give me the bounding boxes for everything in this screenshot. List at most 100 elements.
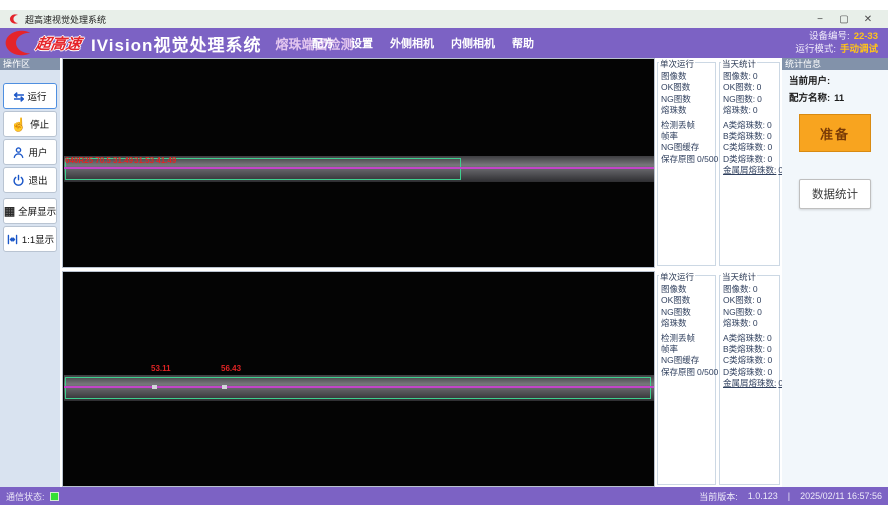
brand-swoosh-icon bbox=[0, 28, 34, 58]
brand: 超高速 bbox=[0, 28, 81, 58]
stat-row: 图像数:0 bbox=[723, 284, 779, 295]
stat-row: 图像数 bbox=[661, 284, 715, 295]
stat-row: D类熔珠数:0 bbox=[723, 367, 779, 378]
stats-panel-top: 单次运行 图像数 OK图数 NG图数 熔珠数 检测丢帧 帧率 NG图缓存 保存原… bbox=[657, 58, 780, 268]
stat-row: 熔珠数 bbox=[661, 105, 715, 116]
device-number-value: 22-33 bbox=[854, 31, 878, 42]
stat-row: NG图数 bbox=[661, 307, 715, 318]
run-button-label: 运行 bbox=[27, 89, 46, 103]
recipe-name-value: 11 bbox=[834, 93, 844, 104]
run-button[interactable]: ⇆ 运行 bbox=[3, 83, 57, 109]
stat-row: A类熔珠数:0 bbox=[723, 120, 779, 131]
device-number: 设备编号:22-33 bbox=[795, 30, 878, 43]
datetime-value: 2025/02/11 16:57:56 bbox=[800, 491, 882, 501]
stat-row: 检测丢帧 bbox=[661, 333, 715, 344]
main-menu: 配方 设置 外侧相机 内侧相机 帮助 bbox=[312, 28, 534, 58]
operation-sidebar: 操作区 ⇆ 运行 ☝ 停止 用户 退出 bbox=[0, 58, 60, 487]
user-button-label: 用户 bbox=[28, 145, 47, 159]
version-value: 1.0.123 bbox=[748, 491, 778, 501]
camera-view-bottom: 53.11 56.43 bbox=[62, 271, 655, 487]
one-to-one-icon bbox=[6, 233, 19, 246]
detection-centerline bbox=[64, 167, 654, 169]
info-panel-title: 统计信息 bbox=[782, 58, 888, 70]
app-title: IVision视觉处理系统 bbox=[91, 31, 261, 56]
exit-button-label: 退出 bbox=[28, 173, 47, 187]
app-window: 超高速视觉处理系统 − ▢ ✕ 超高速 IVision视觉处理系统 熔珠端面检测… bbox=[0, 0, 888, 522]
stat-row: 金属屑熔珠数:0 bbox=[723, 378, 779, 389]
header-status: 设备编号:22-33 运行模式:手动调试 bbox=[795, 30, 878, 56]
fullscreen-grid-icon: ▦ bbox=[4, 205, 15, 217]
comm-status-label: 通信状态: bbox=[6, 490, 45, 503]
camera-view-top: 640R25 70.5 31.49 31.53 41.49 bbox=[62, 58, 655, 268]
user-button[interactable]: 用户 bbox=[3, 139, 57, 165]
stat-row: OK图数 bbox=[661, 295, 715, 306]
prepare-button[interactable]: 准备 bbox=[799, 114, 871, 152]
stats-panel-bottom: 单次运行 图像数 OK图数 NG图数 熔珠数 检测丢帧 帧率 NG图缓存 保存原… bbox=[657, 271, 780, 487]
single-run-title: 单次运行 bbox=[659, 271, 695, 283]
single-run-group: 单次运行 图像数 OK图数 NG图数 熔珠数 检测丢帧 帧率 NG图缓存 保存原… bbox=[657, 275, 716, 485]
app-logo-icon bbox=[8, 13, 20, 25]
stat-row: OK图数:0 bbox=[723, 82, 779, 93]
current-user-row: 当前用户: bbox=[782, 70, 888, 87]
daily-stats-title: 当天统计 bbox=[721, 58, 757, 70]
stop-button-label: 停止 bbox=[30, 117, 49, 131]
inspection-image-strip bbox=[64, 375, 654, 401]
defect-mark bbox=[152, 385, 157, 389]
stat-row: B类熔珠数:0 bbox=[723, 344, 779, 355]
stat-row: 帧率 bbox=[661, 344, 715, 355]
run-mode-label: 运行模式: bbox=[795, 44, 836, 55]
stat-row: 图像数:0 bbox=[723, 71, 779, 82]
stat-row: 图像数 bbox=[661, 71, 715, 82]
minimize-button[interactable]: − bbox=[808, 14, 832, 25]
stat-row: 熔珠数:0 bbox=[723, 318, 779, 329]
app-header: 超高速 IVision视觉处理系统 熔珠端面检测 配方 设置 外侧相机 内侧相机… bbox=[0, 28, 888, 58]
stat-row: D类熔珠数:0 bbox=[723, 154, 779, 165]
stat-row: A类熔珠数:0 bbox=[723, 333, 779, 344]
single-run-group: 单次运行 图像数 OK图数 NG图数 熔珠数 检测丢帧 帧率 NG图缓存 保存原… bbox=[657, 62, 716, 266]
stat-row: OK图数 bbox=[661, 82, 715, 93]
stat-row: 熔珠数:0 bbox=[723, 105, 779, 116]
run-cycle-icon: ⇆ bbox=[14, 90, 25, 103]
one-to-one-button-label: 1:1显示 bbox=[22, 232, 54, 246]
stat-row: C类熔珠数:0 bbox=[723, 142, 779, 153]
daily-stats-group: 当天统计 图像数:0 OK图数:0 NG图数:0 熔珠数:0 A类熔珠数:0 B… bbox=[719, 62, 780, 266]
stat-row: 检测丢帧 bbox=[661, 120, 715, 131]
stop-button[interactable]: ☝ 停止 bbox=[3, 111, 57, 137]
menu-item-help[interactable]: 帮助 bbox=[512, 35, 534, 51]
menu-item-outer-camera[interactable]: 外侧相机 bbox=[390, 35, 434, 51]
comm-status-indicator bbox=[50, 492, 59, 501]
recipe-name-label: 配方名称: bbox=[789, 93, 830, 104]
stat-row: NG图缓存 bbox=[661, 142, 715, 153]
menu-item-settings[interactable]: 设置 bbox=[351, 35, 373, 51]
daily-stats-title: 当天统计 bbox=[721, 271, 757, 283]
stat-row: 金属屑熔珠数:0 bbox=[723, 165, 779, 176]
close-button[interactable]: ✕ bbox=[856, 14, 880, 25]
stat-row: 帧率 bbox=[661, 131, 715, 142]
recipe-name-row: 配方名称: 11 bbox=[782, 87, 888, 104]
menu-item-recipe[interactable]: 配方 bbox=[312, 35, 334, 51]
run-mode: 运行模式:手动调试 bbox=[795, 43, 878, 56]
statusbar-right: 当前版本: 1.0.123 | 2025/02/11 16:57:56 bbox=[699, 490, 882, 503]
maximize-button[interactable]: ▢ bbox=[832, 14, 856, 25]
stat-row: NG图数:0 bbox=[723, 94, 779, 105]
single-run-title: 单次运行 bbox=[659, 58, 695, 70]
stat-row: OK图数:0 bbox=[723, 295, 779, 306]
menu-item-inner-camera[interactable]: 内侧相机 bbox=[451, 35, 495, 51]
daily-stats-group: 当天统计 图像数:0 OK图数:0 NG图数:0 熔珠数:0 A类熔珠数:0 B… bbox=[719, 275, 780, 485]
power-icon bbox=[12, 174, 25, 187]
defect-mark bbox=[222, 385, 227, 389]
fullscreen-button-label: 全屏显示 bbox=[18, 204, 56, 218]
data-statistics-button[interactable]: 数据统计 bbox=[799, 179, 871, 209]
one-to-one-button[interactable]: 1:1显示 bbox=[3, 226, 57, 252]
user-icon bbox=[12, 146, 25, 159]
fullscreen-button[interactable]: ▦ 全屏显示 bbox=[3, 198, 57, 224]
stat-row: 熔珠数 bbox=[661, 318, 715, 329]
stat-row: 保存原图0/500 bbox=[661, 154, 715, 165]
exit-button[interactable]: 退出 bbox=[3, 167, 57, 193]
status-bar: 通信状态: 当前版本: 1.0.123 | 2025/02/11 16:57:5… bbox=[0, 487, 888, 505]
stat-row: C类熔珠数:0 bbox=[723, 355, 779, 366]
stop-hand-icon: ☝ bbox=[11, 118, 27, 131]
measurement-annotation: 56.43 bbox=[221, 364, 241, 373]
window-title: 超高速视觉处理系统 bbox=[25, 13, 808, 26]
statistics-info-panel: 统计信息 当前用户: 配方名称: 11 准备 数据统计 bbox=[782, 58, 888, 487]
